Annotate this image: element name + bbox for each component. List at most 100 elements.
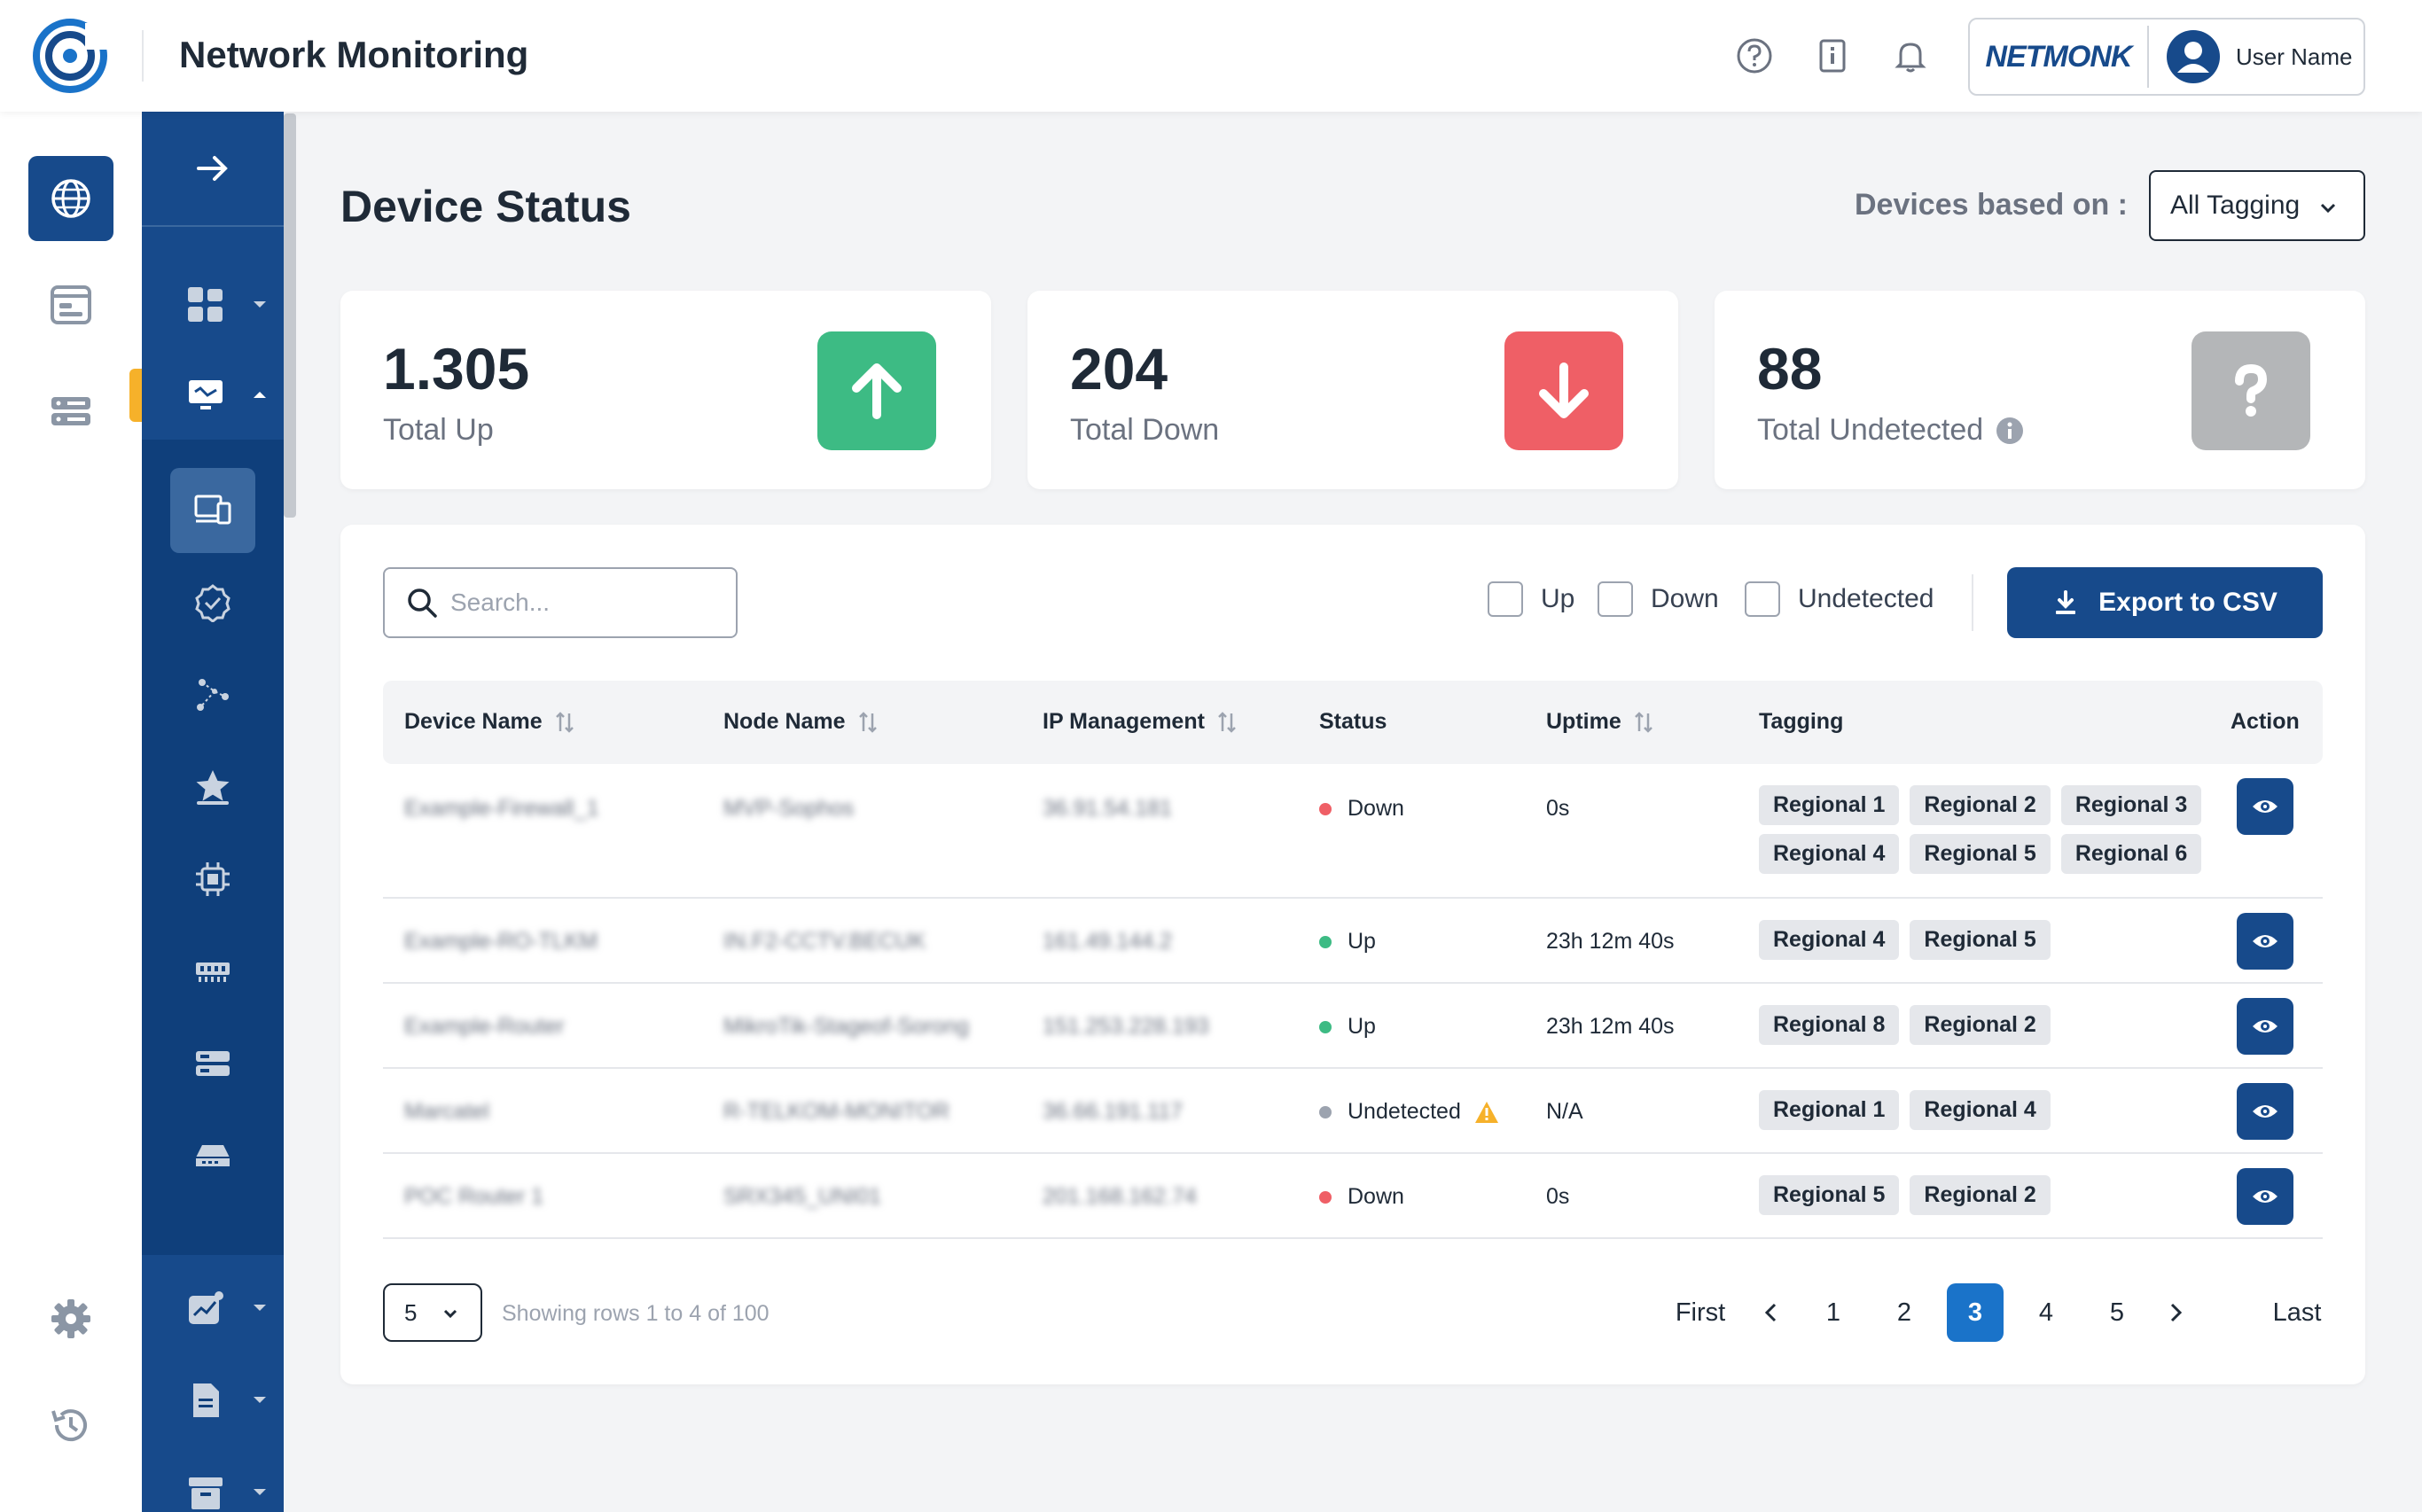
globe-icon xyxy=(51,179,90,218)
devices-based-on-label: Devices based on : xyxy=(1854,188,2128,222)
manual-book-icon[interactable] xyxy=(1812,35,1853,76)
sidebar-scrollbar[interactable] xyxy=(284,113,296,518)
server-monitoring-nav[interactable] xyxy=(28,369,113,454)
question-icon xyxy=(2192,331,2310,450)
tag-chip: Regional 5 xyxy=(1910,920,2051,960)
page-size-select[interactable]: 5 xyxy=(383,1283,482,1342)
favorites-menu-item[interactable] xyxy=(170,744,255,830)
total-up-label: Total Up xyxy=(383,413,494,447)
node-name-cell: MVP-Sophos xyxy=(723,796,855,821)
user-name: User Name xyxy=(2236,43,2353,70)
web-monitoring-nav[interactable] xyxy=(28,262,113,347)
filter-up-checkbox[interactable]: Up xyxy=(1488,581,1574,617)
expand-sidebar-button[interactable] xyxy=(170,126,255,211)
dashboard-menu[interactable] xyxy=(163,262,248,347)
browser-window-icon xyxy=(51,285,91,324)
total-undetected-label: Total Undetected xyxy=(1757,413,1984,447)
export-csv-label: Export to CSV xyxy=(2098,588,2277,617)
page-4-button[interactable]: 4 xyxy=(2018,1283,2074,1342)
node-name-cell: MikroTik-Stageof-Sorong xyxy=(723,1014,969,1039)
view-device-button[interactable] xyxy=(2237,913,2293,970)
topology-menu-item[interactable] xyxy=(170,652,255,737)
tag-chip: Regional 5 xyxy=(1759,1175,1900,1215)
tag-chip: Regional 2 xyxy=(1910,1005,2051,1045)
status-undetected-dot xyxy=(1319,1105,1332,1118)
status-down-dot xyxy=(1319,802,1332,815)
server-menu-item[interactable] xyxy=(170,1021,255,1106)
filter-undetected-checkbox[interactable]: Undetected xyxy=(1745,581,1934,617)
network-menu[interactable] xyxy=(163,353,248,438)
view-device-button[interactable] xyxy=(2237,778,2293,835)
page-title: Device Status xyxy=(340,182,631,231)
eye-icon xyxy=(2253,1020,2277,1033)
filter-down-checkbox[interactable]: Down xyxy=(1598,581,1719,617)
device-name-cell: Example-RO-TLKM xyxy=(404,929,598,954)
sort-icon[interactable] xyxy=(858,710,878,735)
reports-menu[interactable] xyxy=(163,1266,248,1351)
search-input[interactable] xyxy=(450,588,734,617)
column-status: Status xyxy=(1319,709,1387,735)
header-divider xyxy=(142,30,144,82)
archive-menu[interactable] xyxy=(163,1450,248,1512)
column-node-name[interactable]: Node Name xyxy=(723,709,878,735)
warning-icon[interactable] xyxy=(1473,1100,1500,1125)
export-csv-button[interactable]: Export to CSV xyxy=(2007,567,2323,638)
previous-page-button[interactable] xyxy=(1750,1283,1793,1342)
page-3-button[interactable]: 3 xyxy=(1947,1283,2004,1342)
status-cell: Down xyxy=(1319,1184,1404,1210)
column-device-name[interactable]: Device Name xyxy=(404,709,574,735)
tag-chip: Regional 2 xyxy=(1910,785,2051,825)
memory-menu-item[interactable] xyxy=(170,929,255,1014)
user-menu[interactable]: NETMONK User Name xyxy=(1968,18,2365,96)
view-device-button[interactable] xyxy=(2237,1168,2293,1225)
first-page-button[interactable]: First xyxy=(1665,1283,1736,1342)
devices-icon xyxy=(194,495,231,525)
hard-drive-icon xyxy=(196,1145,230,1166)
uptime-cell: N/A xyxy=(1546,1099,1583,1124)
column-uptime[interactable]: Uptime xyxy=(1546,709,1653,735)
toolbar-divider xyxy=(1972,574,1973,631)
sla-menu-item[interactable] xyxy=(170,560,255,645)
sort-icon[interactable] xyxy=(555,710,574,735)
info-icon[interactable] xyxy=(1996,417,2024,445)
storage-menu-item[interactable] xyxy=(170,1113,255,1198)
sort-icon[interactable] xyxy=(1217,710,1237,735)
network-globe-nav[interactable] xyxy=(28,156,113,241)
device-table-panel: Up Down Undetected Export to CSV Device … xyxy=(340,525,2365,1384)
view-device-button[interactable] xyxy=(2237,998,2293,1055)
checkbox-box[interactable] xyxy=(1745,581,1780,617)
last-page-button[interactable]: Last xyxy=(2266,1283,2328,1342)
device-status-menu-item[interactable] xyxy=(170,468,255,553)
tag-chip: Regional 4 xyxy=(1759,920,1900,960)
tag-chip: Regional 1 xyxy=(1759,785,1900,825)
next-page-button[interactable] xyxy=(2154,1283,2197,1342)
page-2-button[interactable]: 2 xyxy=(1876,1283,1933,1342)
column-ip-management[interactable]: IP Management xyxy=(1043,709,1237,735)
ip-cell: 201.168.162.74 xyxy=(1043,1184,1197,1209)
search-box[interactable] xyxy=(383,567,738,638)
history-nav[interactable] xyxy=(28,1383,113,1468)
tags-cell: Regional 1 Regional 4 xyxy=(1759,1090,2202,1130)
page-1-button[interactable]: 1 xyxy=(1805,1283,1862,1342)
device-name-cell: Example-Router xyxy=(404,1014,565,1039)
settings-nav[interactable] xyxy=(28,1276,113,1361)
tagging-select[interactable]: All Tagging xyxy=(2149,170,2365,241)
sort-icon[interactable] xyxy=(1634,710,1653,735)
tag-chip: Regional 8 xyxy=(1759,1005,1900,1045)
documents-menu[interactable] xyxy=(163,1358,248,1443)
eye-icon xyxy=(2253,935,2277,947)
sidebar-divider xyxy=(142,225,284,227)
topology-nodes-icon xyxy=(197,679,229,711)
page-5-button[interactable]: 5 xyxy=(2089,1283,2145,1342)
view-device-button[interactable] xyxy=(2237,1083,2293,1140)
checkbox-box[interactable] xyxy=(1598,581,1633,617)
checkbox-box[interactable] xyxy=(1488,581,1523,617)
status-cell: Up xyxy=(1319,929,1376,955)
help-icon[interactable] xyxy=(1734,35,1775,76)
notification-bell-icon[interactable] xyxy=(1890,35,1931,76)
avatar-icon xyxy=(2167,30,2220,83)
hardware-menu-item[interactable] xyxy=(170,837,255,922)
status-text: Down xyxy=(1348,1184,1404,1209)
app-logo-icon[interactable] xyxy=(32,18,108,94)
tag-chip: Regional 5 xyxy=(1910,834,2051,874)
